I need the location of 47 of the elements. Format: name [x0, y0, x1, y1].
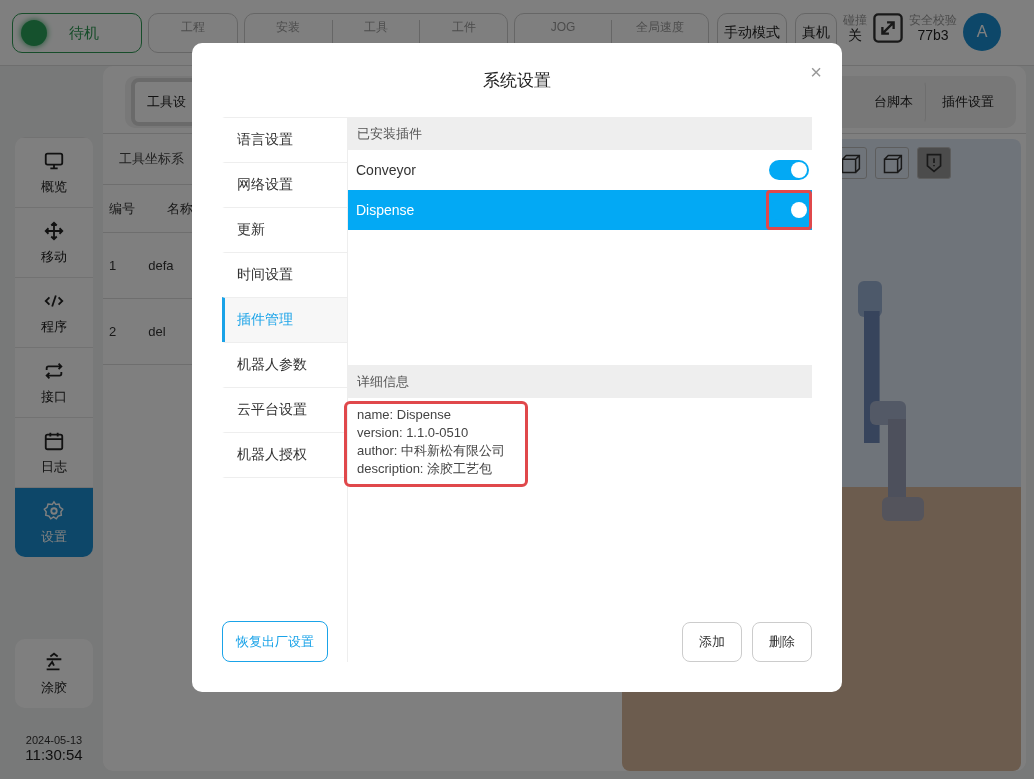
shield-icon[interactable]	[917, 147, 951, 179]
nav-item[interactable]: 概览	[15, 137, 93, 207]
settings-icon	[43, 499, 65, 522]
close-button[interactable]: ×	[806, 61, 826, 84]
plugin-name: Conveyor	[356, 162, 416, 178]
expand-icon[interactable]	[873, 13, 903, 43]
table-cell: defa	[148, 258, 174, 273]
menu-item[interactable]: 插件管理	[222, 297, 347, 342]
plugin-row[interactable]: Conveyor	[348, 150, 812, 190]
section-header: 详细信息	[348, 365, 812, 398]
info-line: author: 中科新松有限公司	[357, 442, 506, 460]
plugin-row[interactable]: Dispense	[348, 190, 812, 230]
nav-item[interactable]: 移动	[15, 207, 93, 277]
menu-item[interactable]: 云平台设置	[222, 387, 347, 432]
info-line: name: Dispense	[357, 406, 452, 424]
menu-item[interactable]: 网络设置	[222, 162, 347, 207]
nav-item[interactable]: 程序	[15, 277, 93, 347]
dispense-plugin-button[interactable]: 涂胶	[15, 639, 93, 708]
tab[interactable]: 插件设置	[926, 78, 1010, 126]
table-cell: del	[148, 324, 166, 339]
factory-reset-button[interactable]: 恢复出厂设置	[222, 621, 328, 662]
info-line: description: 涂胶工艺包	[357, 460, 494, 478]
toggle-switch[interactable]	[769, 160, 809, 180]
user-avatar[interactable]: A	[963, 13, 1001, 51]
table-cell: 1	[109, 258, 117, 273]
dialog-title: 系统设置	[482, 69, 552, 92]
nav-item[interactable]: 设置	[15, 487, 93, 557]
menu-item[interactable]: 机器人参数	[222, 342, 347, 387]
status-label: 待机	[68, 23, 100, 43]
move-arrows-icon	[43, 219, 65, 242]
action-button[interactable]: 添加	[682, 622, 742, 662]
collision-value: 关	[848, 27, 862, 45]
safety-value: 77b3	[917, 27, 949, 43]
nav-item[interactable]: 接口	[15, 347, 93, 417]
menu-item[interactable]: 机器人授权	[222, 432, 347, 478]
menu-item[interactable]: 语言设置	[222, 117, 347, 162]
plugin-name: Dispense	[356, 202, 415, 218]
date-text: 2024-05-13	[24, 734, 84, 746]
table-cell: 2	[109, 324, 117, 339]
info-line: version: 1.1.0-0510	[357, 424, 470, 442]
section-header: 已安装插件	[348, 117, 812, 150]
column-header: 编号	[109, 199, 135, 218]
time-text: 11:30:54	[24, 746, 84, 763]
action-button[interactable]: 删除	[752, 622, 812, 662]
column-header: 名称	[167, 199, 193, 218]
tab[interactable]: 台脚本	[858, 78, 926, 126]
menu-item[interactable]: 更新	[222, 207, 347, 252]
